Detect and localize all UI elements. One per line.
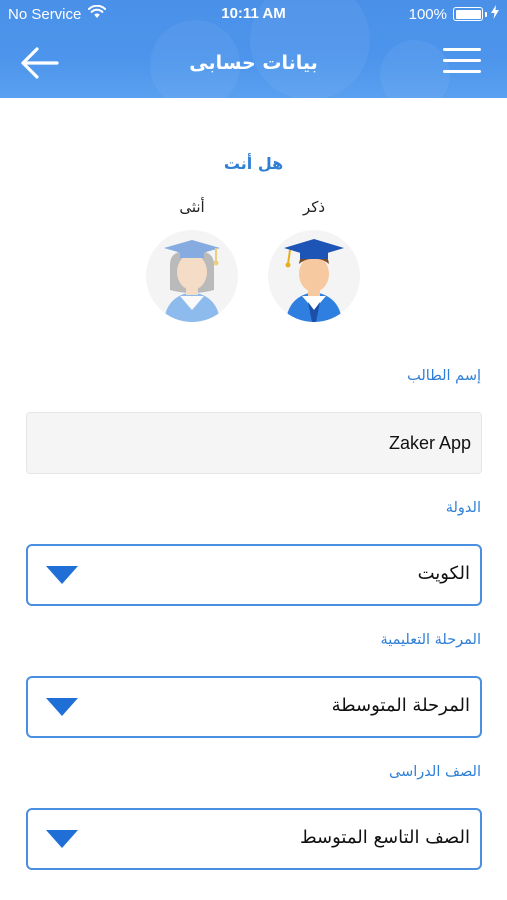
app-header: No Service 10:11 AM 100% بيانات حسابى <box>0 0 507 98</box>
battery-percent: 100% <box>408 5 447 23</box>
female-avatar-icon <box>146 230 238 322</box>
charging-icon <box>491 5 499 23</box>
grade-value: الصف التاسع المتوسط <box>299 827 470 848</box>
nav-bar: بيانات حسابى <box>0 28 507 98</box>
dropdown-arrow-icon <box>46 830 78 852</box>
gender-option-female[interactable]: أنثى <box>142 198 242 322</box>
gender-question: هل أنت <box>223 154 284 173</box>
student-name-input[interactable] <box>27 432 471 454</box>
status-bar: No Service 10:11 AM 100% <box>0 0 507 28</box>
stage-label: المرحلة التعليمية <box>380 632 481 648</box>
stage-select[interactable]: المرحلة المتوسطة <box>26 676 482 738</box>
menu-button[interactable] <box>443 48 483 78</box>
battery-icon <box>453 7 487 21</box>
student-name-label: إسم الطالب <box>407 368 481 384</box>
dropdown-arrow-icon <box>46 698 78 720</box>
grade-label: الصف الدراسى <box>389 764 481 780</box>
gender-option-male[interactable]: ذكر <box>264 198 364 322</box>
page-title: بيانات حسابى <box>189 52 318 74</box>
stage-value: المرحلة المتوسطة <box>331 695 470 716</box>
country-select[interactable]: الكويت <box>26 544 482 606</box>
dropdown-arrow-icon <box>46 566 78 588</box>
male-label: ذكر <box>302 198 326 216</box>
student-name-field[interactable] <box>26 412 482 474</box>
country-value: الكويت <box>417 563 470 584</box>
country-label: الدولة <box>445 500 481 516</box>
male-avatar-icon <box>268 230 360 322</box>
hamburger-menu-icon <box>443 48 483 73</box>
account-form: هل أنت أنثى ذكر إسم الطالب Zaker App الد… <box>0 98 507 900</box>
grade-select[interactable]: الصف التاسع المتوسط <box>26 808 482 870</box>
female-label: أنثى <box>179 198 205 216</box>
